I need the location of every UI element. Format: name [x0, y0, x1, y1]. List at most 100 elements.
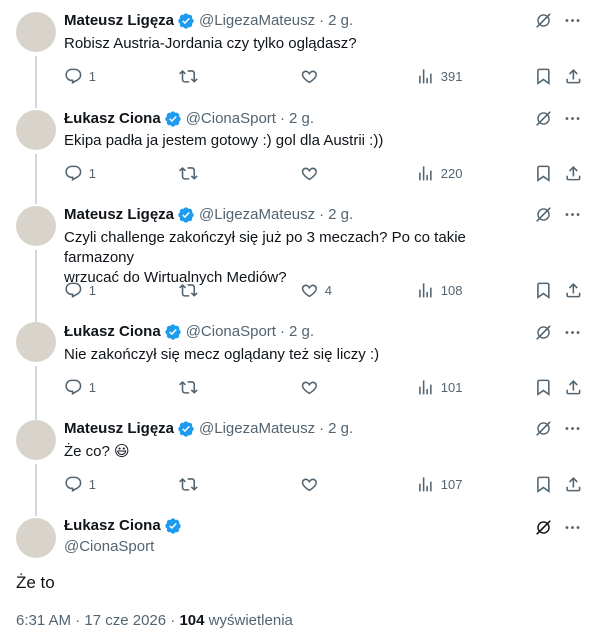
- reply-tweet[interactable]: Mateusz Ligęza @LigezaMateusz · 2 g. Że …: [0, 408, 600, 508]
- timestamp[interactable]: 2 g.: [328, 419, 353, 439]
- timestamp[interactable]: 2 g.: [289, 109, 314, 129]
- like-button[interactable]: [300, 66, 325, 86]
- tweet-text-line: Czyli challenge zakończył się już po 3 m…: [64, 229, 466, 266]
- grok-slash-icon[interactable]: [534, 205, 553, 224]
- author-name[interactable]: Łukasz Ciona: [64, 109, 161, 129]
- views-bar-icon: [419, 379, 432, 395]
- reply-tweet[interactable]: Mateusz Ligęza @LigezaMateusz · 2 g. Rob…: [0, 0, 600, 98]
- views-count: 220: [440, 165, 463, 181]
- views-button[interactable]: 101: [416, 377, 462, 397]
- tweet-text-line: Robisz Austria-Jordania czy tylko ogląda…: [64, 35, 357, 52]
- reply-button[interactable]: 1: [64, 474, 96, 494]
- tweet-date[interactable]: 17 cze 2026: [84, 612, 166, 629]
- author-handle[interactable]: @CionaSport: [64, 537, 154, 557]
- author-name[interactable]: Łukasz Ciona: [64, 516, 161, 536]
- share-button[interactable]: [564, 163, 583, 183]
- views-bar-icon: [419, 165, 432, 181]
- share-icon: [566, 165, 581, 181]
- share-button[interactable]: [564, 474, 583, 494]
- author-name[interactable]: Mateusz Ligęza: [64, 419, 174, 439]
- repost-button[interactable]: [179, 280, 198, 300]
- more-dots-icon[interactable]: [563, 11, 582, 30]
- avatar[interactable]: [16, 12, 56, 52]
- reply-button[interactable]: 1: [64, 163, 96, 183]
- reply-count: 1: [88, 379, 96, 395]
- avatar[interactable]: [16, 420, 56, 460]
- share-icon: [566, 68, 581, 84]
- share-icon: [566, 476, 581, 492]
- author-name[interactable]: Mateusz Ligęza: [64, 11, 174, 31]
- thread-line: [35, 250, 37, 312]
- verified-badge-icon: [178, 13, 194, 29]
- author-handle[interactable]: @CionaSport: [186, 109, 276, 129]
- bookmark-button[interactable]: [534, 377, 553, 397]
- grok-slash-icon[interactable]: [534, 323, 553, 342]
- repost-button[interactable]: [179, 163, 198, 183]
- grok-slash-icon[interactable]: [534, 11, 553, 30]
- more-dots-icon[interactable]: [563, 323, 582, 342]
- share-icon: [566, 282, 581, 298]
- heart-icon: [301, 284, 317, 297]
- grok-slash-icon[interactable]: [534, 419, 553, 438]
- tweet-time[interactable]: 6:31 AM: [16, 612, 71, 629]
- timestamp[interactable]: 2 g.: [328, 205, 353, 225]
- action-bar: 1 107: [64, 474, 584, 494]
- reply-button[interactable]: 1: [64, 377, 96, 397]
- repost-icon: [179, 477, 198, 491]
- more-dots-icon[interactable]: [563, 109, 582, 128]
- bookmark-button[interactable]: [534, 163, 553, 183]
- more-dots-icon[interactable]: [563, 419, 582, 438]
- views-button[interactable]: 107: [416, 474, 462, 494]
- tweet-header: Mateusz Ligęza @LigezaMateusz · 2 g.: [64, 419, 353, 439]
- reply-tweet[interactable]: Łukasz Ciona @CionaSport · 2 g. Ekipa pa…: [0, 98, 600, 194]
- author-name[interactable]: Łukasz Ciona: [64, 322, 161, 342]
- author-handle[interactable]: @LigezaMateusz: [199, 11, 315, 31]
- bookmark-button[interactable]: [534, 474, 553, 494]
- reply-button[interactable]: 1: [64, 66, 96, 86]
- share-button[interactable]: [564, 280, 583, 300]
- verified-badge-icon: [178, 207, 194, 223]
- author-handle[interactable]: @LigezaMateusz: [199, 205, 315, 225]
- reply-icon: [65, 476, 82, 492]
- like-button[interactable]: [300, 377, 325, 397]
- repost-button[interactable]: [179, 474, 198, 494]
- like-button[interactable]: [300, 474, 325, 494]
- tweet-text: Nie zakończył się mecz oglądany też się …: [64, 345, 524, 365]
- repost-button[interactable]: [179, 377, 198, 397]
- timestamp[interactable]: 2 g.: [328, 11, 353, 31]
- reply-tweet[interactable]: Łukasz Ciona @CionaSport · 2 g. Nie zako…: [0, 312, 600, 408]
- share-button[interactable]: [564, 377, 583, 397]
- views-button[interactable]: 220: [416, 163, 462, 183]
- separator-dot: ·: [279, 323, 285, 340]
- bookmark-button[interactable]: [534, 280, 553, 300]
- like-button[interactable]: [300, 163, 325, 183]
- bookmark-button[interactable]: [534, 66, 553, 86]
- avatar[interactable]: [16, 518, 56, 558]
- grok-slash-icon[interactable]: [534, 109, 553, 128]
- thread-line: [35, 56, 37, 98]
- author-handle[interactable]: @CionaSport: [186, 322, 276, 342]
- heart-icon: [301, 381, 317, 394]
- avatar[interactable]: [16, 110, 56, 150]
- reply-button[interactable]: 1: [64, 280, 96, 300]
- views-button[interactable]: 391: [416, 66, 462, 86]
- views-button[interactable]: 108: [416, 280, 462, 300]
- separator-dot: ·: [279, 110, 285, 127]
- author-name[interactable]: Mateusz Ligęza: [64, 205, 174, 225]
- reply-count: 1: [88, 282, 96, 298]
- views-label: wyświetlenia: [208, 612, 293, 629]
- views-count: 108: [440, 282, 463, 298]
- more-dots-icon[interactable]: [563, 205, 582, 224]
- avatar[interactable]: [16, 206, 56, 246]
- timestamp[interactable]: 2 g.: [289, 322, 314, 342]
- reply-tweet[interactable]: Mateusz Ligęza @LigezaMateusz · 2 g. Czy…: [0, 194, 600, 312]
- author-handle[interactable]: @LigezaMateusz: [199, 419, 315, 439]
- like-button[interactable]: 4: [300, 280, 332, 300]
- more-dots-icon[interactable]: [563, 518, 582, 537]
- verified-badge-icon: [178, 421, 194, 437]
- avatar[interactable]: [16, 322, 56, 362]
- share-button[interactable]: [564, 66, 583, 86]
- grok-slash-icon[interactable]: [534, 518, 553, 537]
- repost-button[interactable]: [179, 66, 198, 86]
- views-count: 391: [440, 68, 463, 84]
